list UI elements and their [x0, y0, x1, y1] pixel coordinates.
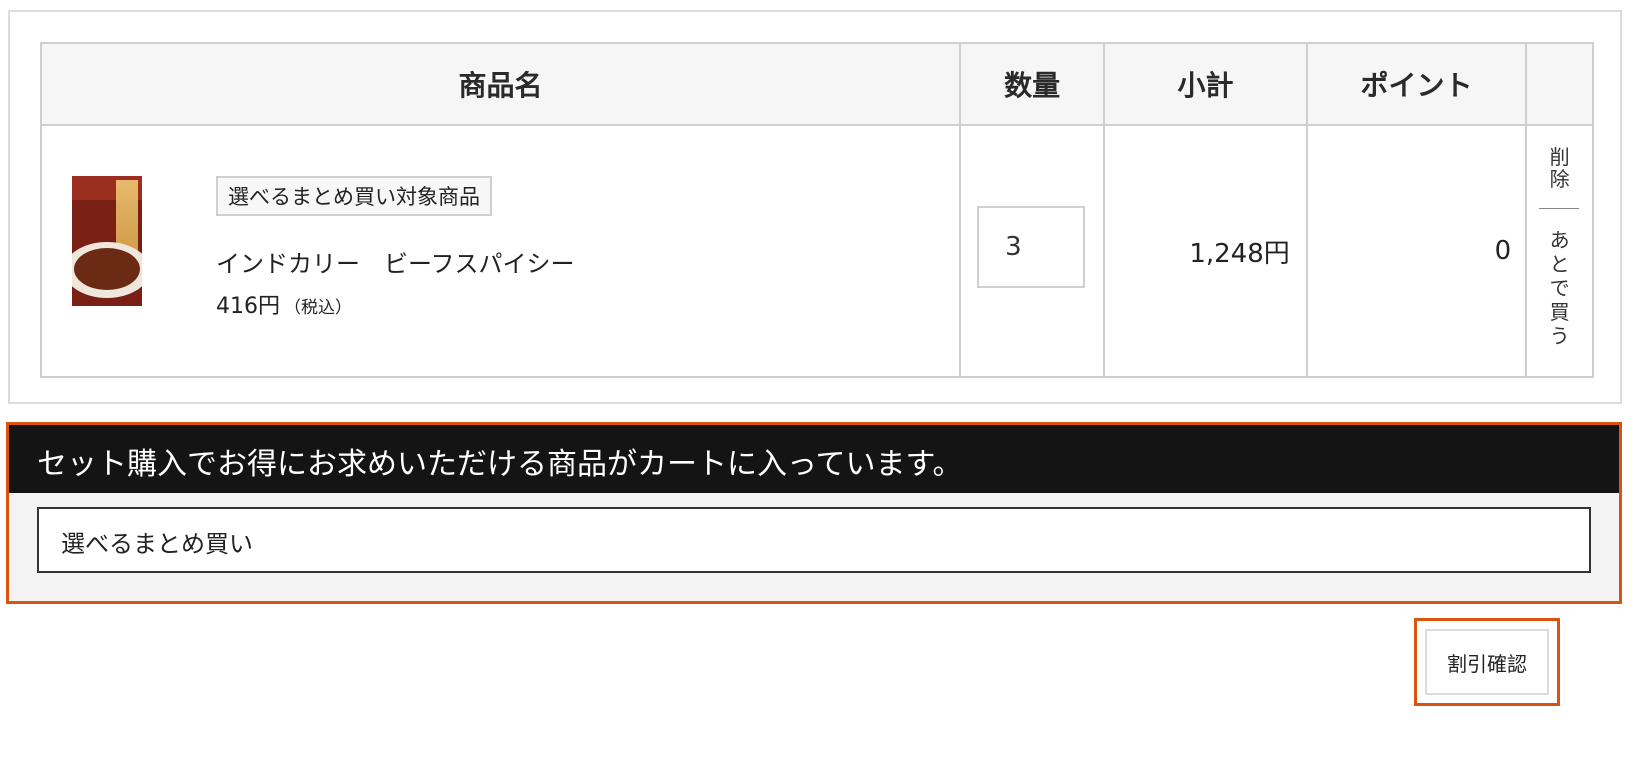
header-quantity: 数量	[959, 42, 1106, 126]
buy-later-link[interactable]: あ と で 買 う	[1527, 228, 1592, 348]
discount-confirm-button[interactable]: 割引確認	[1425, 629, 1549, 695]
tax-note: （税込）	[284, 298, 352, 318]
cart-panel: 商品名 数量 小計 ポイント 選べるまとめ買い対象商品 インドカリー ビーフスパ	[8, 10, 1622, 404]
set-offer-item[interactable]: 選べるまとめ買い	[37, 507, 1591, 573]
header-subtotal: 小計	[1103, 42, 1308, 126]
table-row: 選べるまとめ買い対象商品 インドカリー ビーフスパイシー 416円（税込） 1,…	[39, 124, 1594, 378]
product-cell: 選べるまとめ買い対象商品 インドカリー ビーフスパイシー 416円 （税込）	[39, 124, 962, 378]
subtotal-value: 1,248円	[1103, 124, 1308, 378]
product-image[interactable]	[72, 176, 142, 306]
unit-price: 416円 （税込）	[216, 288, 352, 320]
bulk-purchase-badge: 選べるまとめ買い対象商品	[216, 176, 492, 216]
buy-later-char: あ	[1549, 228, 1570, 252]
buy-later-char: 買	[1549, 300, 1570, 324]
buy-later-char: で	[1549, 276, 1570, 300]
header-product-name: 商品名	[39, 42, 962, 126]
quantity-input[interactable]	[977, 206, 1086, 288]
points-value: 0	[1305, 124, 1528, 378]
cart-header-row: 商品名 数量 小計 ポイント	[39, 42, 1594, 126]
set-offer-panel: セット購入でお得にお求めいただける商品がカートに入っています。 選べるまとめ買い	[6, 422, 1622, 604]
actions-cell: 削 除 あ と で 買 う	[1525, 124, 1594, 378]
delete-char: 削	[1549, 145, 1570, 169]
set-offer-header: セット購入でお得にお求めいただける商品がカートに入っています。	[9, 425, 1619, 493]
header-actions	[1525, 42, 1594, 126]
buy-later-char: う	[1549, 324, 1570, 348]
action-divider	[1539, 208, 1580, 209]
discount-button-highlight: 割引確認	[1414, 618, 1560, 706]
quantity-cell	[959, 124, 1106, 378]
unit-price-value: 416円	[216, 294, 280, 319]
product-name-link[interactable]: インドカリー ビーフスパイシー	[216, 244, 575, 279]
header-points: ポイント	[1305, 42, 1528, 126]
buy-later-char: と	[1549, 252, 1570, 276]
delete-link[interactable]: 削 除	[1527, 146, 1592, 190]
delete-char: 除	[1549, 167, 1570, 191]
cart-table: 商品名 数量 小計 ポイント 選べるまとめ買い対象商品 インドカリー ビーフスパ	[39, 42, 1594, 378]
thumb-curry	[74, 248, 140, 290]
